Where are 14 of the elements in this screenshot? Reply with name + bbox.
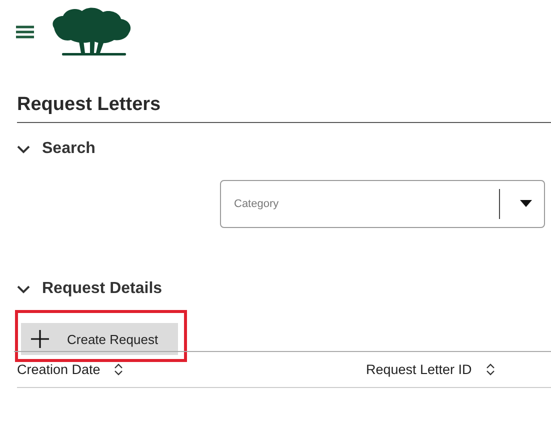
category-dropdown[interactable]: Category [220, 180, 545, 228]
sort-icon[interactable] [114, 363, 124, 376]
sort-icon[interactable] [486, 363, 495, 376]
plus-icon [31, 330, 49, 348]
chevron-icon [17, 284, 30, 294]
menu-icon[interactable] [16, 25, 34, 39]
section-toggle[interactable]: Search [17, 140, 96, 158]
section-toggle[interactable]: Request Details [17, 280, 162, 298]
column-header[interactable]: Request Letter ID [366, 362, 472, 377]
chevron-icon [17, 144, 30, 154]
column-header[interactable]: Creation Date [17, 362, 100, 377]
page-title: Request Letters [17, 94, 551, 123]
create-request-button[interactable]: Create Request [21, 323, 178, 355]
caret-icon [520, 200, 532, 207]
